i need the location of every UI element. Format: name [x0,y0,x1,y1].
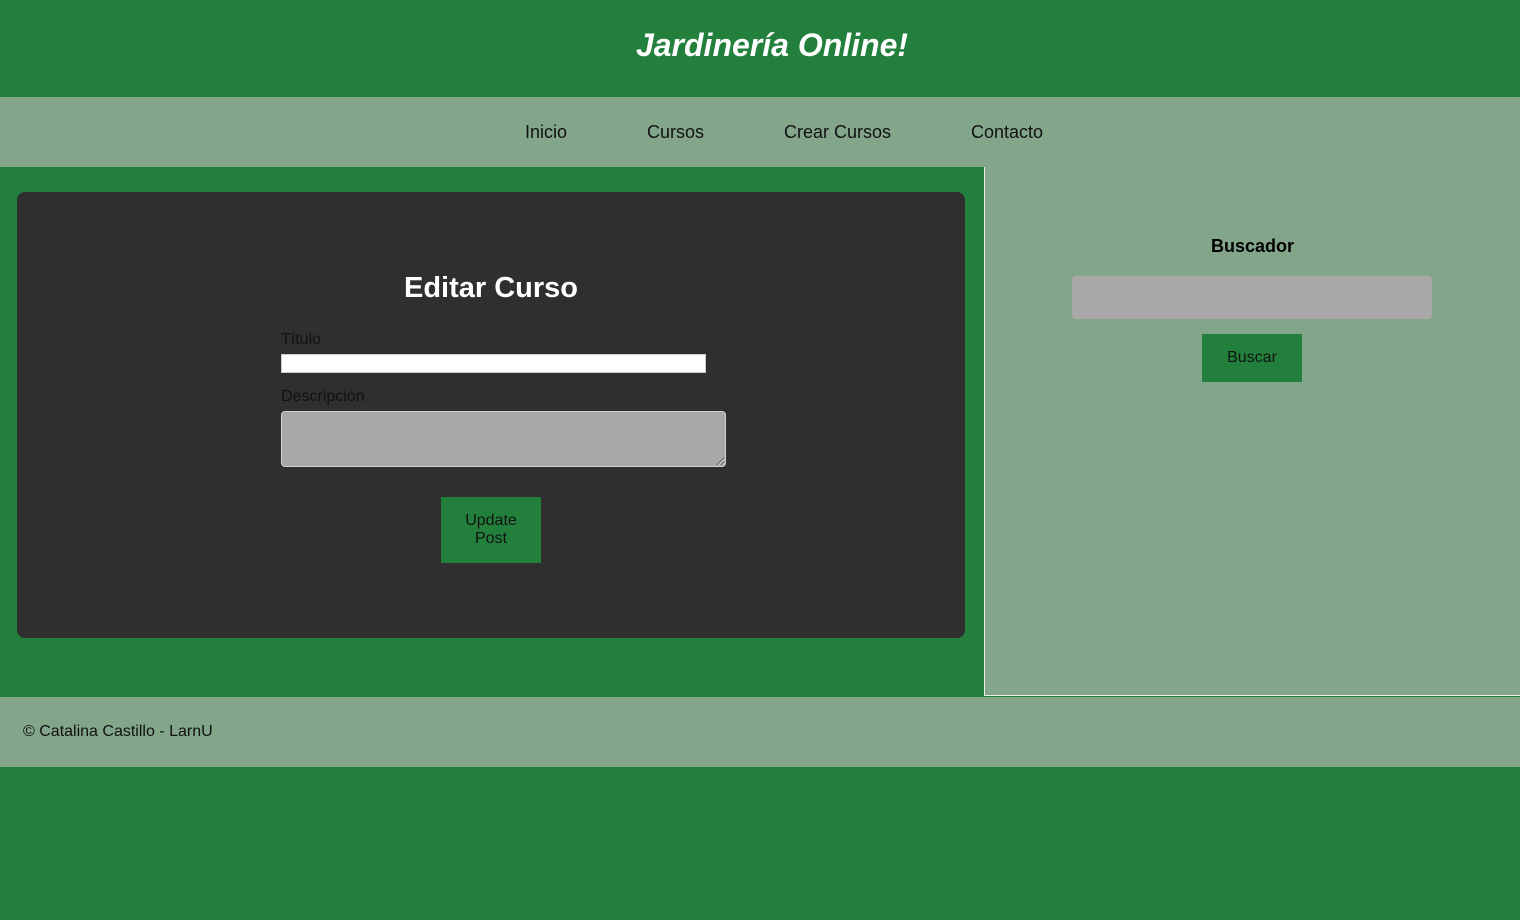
descripcion-label: Descripción [281,388,365,405]
main-content: Editar Curso Título Descripción Update P… [0,167,984,697]
titulo-label: Título [281,331,322,348]
nav-item-contacto[interactable]: Contacto [971,121,1043,143]
titulo-input[interactable] [281,354,706,373]
update-post-button[interactable]: Update Post [441,497,541,563]
edit-course-title: Editar Curso [403,272,579,304]
nav-item-cursos[interactable]: Cursos [647,121,704,143]
footer-copyright: © Catalina Castillo - LarnU [23,723,213,740]
main-nav: Inicio Cursos Crear Cursos Contacto [0,97,1520,167]
search-input[interactable] [1072,276,1432,319]
site-header: Jardinería Online! [0,0,1520,97]
edit-course-card: Editar Curso Título Descripción Update P… [17,192,965,638]
site-title: Jardinería Online! [635,27,909,63]
site-footer: © Catalina Castillo - LarnU [0,697,1520,767]
search-button[interactable]: Buscar [1202,334,1302,382]
nav-item-inicio[interactable]: Inicio [525,121,567,143]
buscador-title: Buscador [1210,236,1295,256]
descripcion-textarea[interactable] [281,411,726,467]
nav-item-crear-cursos[interactable]: Crear Cursos [784,121,891,143]
sidebar: Buscador Buscar [984,167,1520,696]
